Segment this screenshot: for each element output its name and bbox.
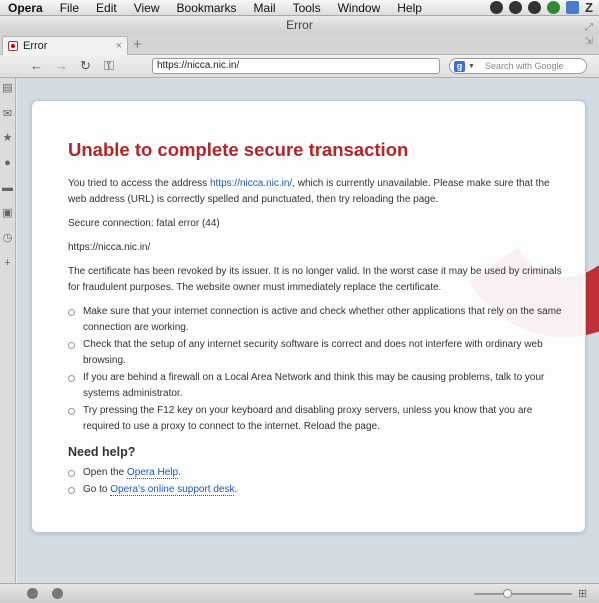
- page-viewport: Unable to complete secure transaction Yo…: [17, 78, 599, 583]
- page-title: Unable to complete secure transaction: [68, 139, 409, 160]
- page-icon[interactable]: ▤: [2, 83, 13, 94]
- suggestion-item: If you are behind a firewall on a Local …: [68, 370, 569, 402]
- help-text: Go to: [83, 484, 111, 495]
- error-card: Unable to complete secure transaction Yo…: [31, 100, 586, 533]
- menu-view[interactable]: View: [134, 0, 160, 16]
- help-item-support-desk: Go to Opera's online support desk.: [68, 482, 569, 498]
- z-icon[interactable]: Z: [585, 1, 593, 14]
- tab-error[interactable]: Error ×: [2, 36, 128, 55]
- suggestion-item: Check that the setup of any internet sec…: [68, 337, 569, 369]
- mail-icon[interactable]: ✉: [2, 109, 13, 120]
- menu-edit[interactable]: Edit: [96, 0, 117, 16]
- suggestion-item: Make sure that your internet connection …: [68, 304, 569, 336]
- url-line: https://nicca.nic.in/: [68, 242, 151, 253]
- menu-window[interactable]: Window: [338, 0, 381, 16]
- help-item-opera-help: Open the Opera Help.: [68, 465, 569, 481]
- opera-help-link[interactable]: Opera Help: [126, 467, 179, 479]
- certificate-message: The certificate has been revoked by its …: [68, 266, 562, 293]
- address-bar[interactable]: https://nicca.nic.in/: [152, 58, 440, 74]
- dropbox-icon[interactable]: [566, 1, 580, 14]
- help-text: Open the: [83, 467, 127, 478]
- tab-label: Error: [23, 40, 48, 52]
- support-desk-link[interactable]: Opera's online support desk: [110, 484, 235, 496]
- search-placeholder: Search with Google: [484, 61, 564, 71]
- add-panel-icon[interactable]: +: [2, 258, 13, 269]
- search-box[interactable]: g ▼ Search with Google: [449, 58, 587, 74]
- window-title: Error: [286, 18, 313, 32]
- suggestion-list: Make sure that your internet connection …: [68, 304, 569, 435]
- window-titlebar: Error ⤢: [0, 17, 599, 34]
- intro-url-link[interactable]: https://nicca.nic.in/: [210, 178, 292, 189]
- menu-tools[interactable]: Tools: [293, 0, 321, 16]
- key-icon[interactable]: ⚿: [104, 58, 114, 74]
- contacts-icon[interactable]: ●: [2, 158, 13, 169]
- menu-bookmarks[interactable]: Bookmarks: [177, 0, 237, 16]
- side-panel: ▤ ✉ ★ ● ▬ ▣ ◷ +: [0, 78, 16, 583]
- turbo-cloud-icon[interactable]: [27, 588, 38, 599]
- secure-connection-status: Secure connection: fatal error (44): [68, 218, 220, 229]
- download-icon[interactable]: [528, 1, 542, 14]
- search-engine-dropdown-icon[interactable]: ▼: [468, 63, 475, 70]
- notes-icon[interactable]: ▬: [2, 183, 13, 194]
- navigation-toolbar: ← → ↻ ⚿ https://nicca.nic.in/ g ▼ Search…: [0, 55, 599, 78]
- zoom-slider-handle[interactable]: [503, 589, 512, 598]
- menu-mail[interactable]: Mail: [254, 0, 276, 16]
- help-text-end: .: [178, 467, 181, 478]
- downloads-icon[interactable]: ▣: [2, 208, 13, 219]
- address-bar-url: https://nicca.nic.in/: [157, 60, 240, 71]
- new-tab-button[interactable]: +: [133, 36, 142, 53]
- menu-help[interactable]: Help: [397, 0, 422, 16]
- menubar-status-icons: Z: [490, 1, 593, 14]
- suggestion-item: Try pressing the F12 key on your keyboar…: [68, 403, 569, 435]
- intro-paragraph: You tried to access the address https://…: [68, 176, 569, 208]
- status-bar: ⊞: [0, 583, 599, 603]
- tab-bar: Error × + ⇲: [0, 34, 599, 55]
- evernote-icon[interactable]: [547, 1, 561, 14]
- back-button[interactable]: ←: [30, 58, 43, 74]
- reload-button[interactable]: ↻: [80, 58, 91, 74]
- speedometer-icon[interactable]: [52, 588, 63, 599]
- tab-menu-icon[interactable]: ⇲: [585, 36, 593, 47]
- bookmark-star-icon[interactable]: ★: [2, 133, 13, 144]
- zoom-fit-icon[interactable]: ⊞: [578, 587, 587, 600]
- forward-button[interactable]: →: [55, 58, 68, 74]
- error-favicon-icon: [8, 41, 18, 51]
- tab-close-icon[interactable]: ×: [116, 40, 122, 52]
- help-list: Open the Opera Help. Go to Opera's onlin…: [68, 465, 569, 498]
- menubar: Opera File Edit View Bookmarks Mail Tool…: [0, 0, 599, 16]
- menu-app-opera[interactable]: Opera: [8, 0, 43, 16]
- history-clock-icon[interactable]: ◷: [2, 233, 13, 244]
- help-text-end: .: [234, 484, 238, 495]
- google-icon[interactable]: g: [454, 60, 465, 72]
- intro-text: You tried to access the address: [68, 178, 210, 189]
- help-circle-icon[interactable]: [490, 1, 504, 14]
- mail-badge-icon[interactable]: [509, 1, 523, 14]
- zoom-slider-track[interactable]: [474, 593, 572, 595]
- menu-file[interactable]: File: [60, 0, 79, 16]
- help-heading: Need help?: [68, 445, 136, 459]
